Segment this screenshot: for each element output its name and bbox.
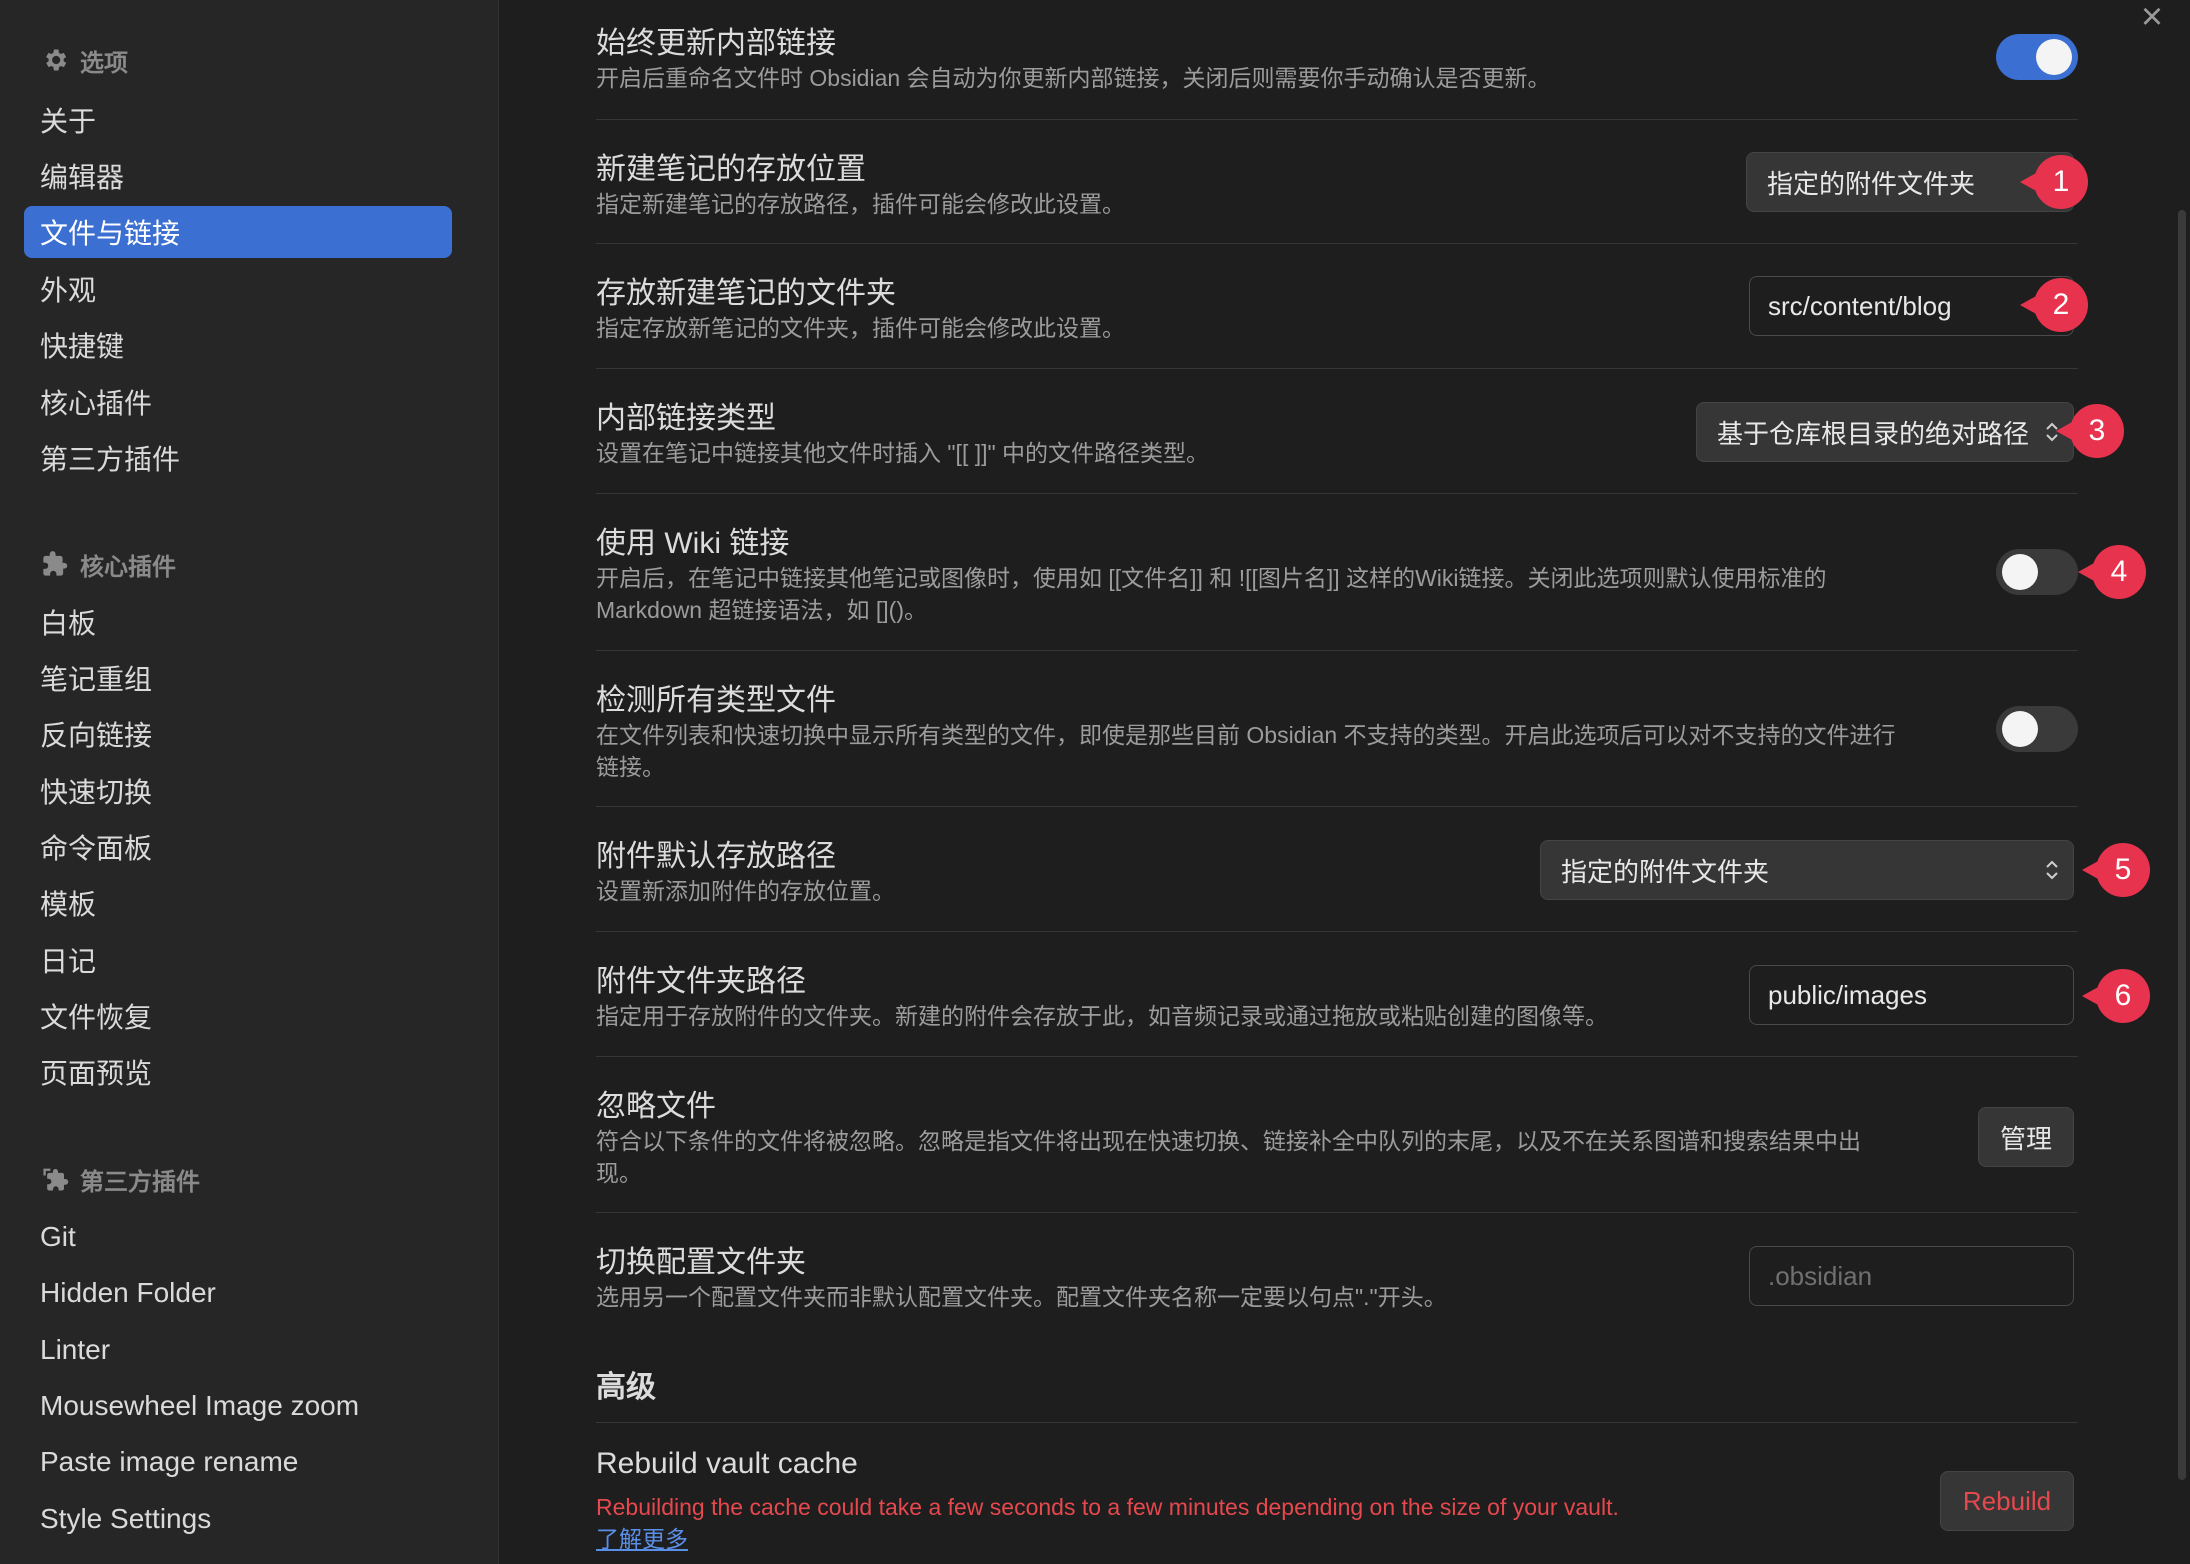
setting-title: 附件文件夹路径 <box>596 965 806 998</box>
setting-config-folder: 切换配置文件夹 选用另一个配置文件夹而非默认配置文件夹。配置文件夹名称一定要以句… <box>596 1213 2078 1337</box>
annotation-badge-4: 4 <box>2078 545 2146 599</box>
sidebar-item-style-settings[interactable]: Style Settings <box>24 1493 452 1545</box>
setting-desc-line2: Markdown 超链接语法，如 []()。 <box>596 597 927 623</box>
scrollbar[interactable] <box>2178 210 2186 1480</box>
toggle-knob <box>2002 554 2038 590</box>
sidebar-item-canvas[interactable]: 白板 <box>24 596 452 648</box>
gear-icon <box>40 45 70 75</box>
setting-title: 存放新建笔记的文件夹 <box>596 277 896 310</box>
sidebar-item-file-recovery[interactable]: 文件恢复 <box>24 990 452 1042</box>
sidebar-item-linter[interactable]: Linter <box>24 1324 452 1376</box>
select-value: 基于仓库根目录的绝对路径 <box>1717 418 2030 449</box>
input-placeholder: .obsidian <box>1768 1260 1873 1291</box>
setting-desc: 选用另一个配置文件夹而非默认配置文件夹。配置文件夹名称一定要以句点"."开头。 <box>596 1284 1447 1310</box>
sidebar-item-git[interactable]: Git <box>24 1211 452 1263</box>
sidebar-item-backlinks[interactable]: 反向链接 <box>24 708 452 760</box>
setting-detect-all-files: 检测所有类型文件 在文件列表和快速切换中显示所有类型的文件，即使是那些目前 Ob… <box>596 651 2078 807</box>
detect-all-toggle[interactable] <box>1996 706 2078 752</box>
sidebar-item-mousewheel-zoom[interactable]: Mousewheel Image zoom <box>24 1380 452 1432</box>
sidebar-item-community-plugins[interactable]: 第三方插件 <box>24 432 452 484</box>
setting-title: 新建笔记的存放位置 <box>596 153 866 186</box>
chevron-updown-icon <box>2046 860 2058 880</box>
setting-always-update-links: 始终更新内部链接 开启后重命名文件时 Obsidian 会自动为你更新内部链接，… <box>596 0 2078 120</box>
config-folder-input[interactable]: .obsidian <box>1749 1246 2074 1306</box>
rebuild-button[interactable]: Rebuild <box>1940 1471 2074 1531</box>
setting-desc-line1: 开启后，在笔记中链接其他笔记或图像时，使用如 [[文件名]] 和 ![[图片名]… <box>596 565 1827 591</box>
sidebar-item-quick-switcher[interactable]: 快速切换 <box>24 765 452 817</box>
plugins-icon <box>40 1164 70 1194</box>
annotation-badge-5: 5 <box>2082 843 2150 897</box>
toggle-knob <box>2002 711 2038 747</box>
attachment-folder-input[interactable]: public/images <box>1749 965 2074 1025</box>
setting-desc: 开启后重命名文件时 Obsidian 会自动为你更新内部链接，关闭后则需要你手动… <box>596 65 1551 91</box>
always-update-toggle[interactable] <box>1996 34 2078 80</box>
setting-desc-line2: 现。 <box>596 1160 642 1186</box>
manage-ignore-button[interactable]: 管理 <box>1978 1107 2074 1167</box>
settings-content: × 始终更新内部链接 开启后重命名文件时 Obsidian 会自动为你更新内部链… <box>500 0 2190 1564</box>
annotation-badge-2: 2 <box>2020 278 2088 332</box>
setting-title: 附件默认存放路径 <box>596 840 836 873</box>
input-value: src/content/blog <box>1768 290 1952 321</box>
options-title-label: 选项 <box>80 49 128 77</box>
puzzle-icon <box>40 549 70 579</box>
community-plugins-title-label: 第三方插件 <box>80 1168 200 1196</box>
setting-title: 使用 Wiki 链接 <box>596 527 790 560</box>
setting-link-type: 内部链接类型 设置在笔记中链接其他文件时插入 "[[ ]]" 中的文件路径类型。… <box>596 369 2078 494</box>
setting-attachment-location: 附件默认存放路径 设置新添加附件的存放位置。 指定的附件文件夹 <box>596 807 2078 932</box>
attachment-location-select[interactable]: 指定的附件文件夹 <box>1540 840 2074 900</box>
setting-title: 内部链接类型 <box>596 402 776 435</box>
sidebar-item-hotkeys[interactable]: 快捷键 <box>24 319 452 371</box>
setting-new-note-location: 新建笔记的存放位置 指定新建笔记的存放路径，插件可能会修改此设置。 指定的附件文… <box>596 120 2078 244</box>
setting-wiki-links: 使用 Wiki 链接 开启后，在笔记中链接其他笔记或图像时，使用如 [[文件名]… <box>596 494 2078 651</box>
options-group-title: 选项 <box>40 40 128 80</box>
setting-title: Rebuild vault cache <box>596 1447 858 1480</box>
setting-desc: 指定新建笔记的存放路径，插件可能会修改此设置。 <box>596 191 1125 217</box>
input-value: public/images <box>1768 979 1927 1010</box>
annotation-badge-6: 6 <box>2082 969 2150 1023</box>
setting-title: 忽略文件 <box>596 1090 716 1123</box>
select-value: 指定的附件文件夹 <box>1561 856 1770 887</box>
annotation-badge-1: 1 <box>2020 155 2088 209</box>
setting-attachment-folder: 附件文件夹路径 指定用于存放附件的文件夹。新建的附件会存放于此，如音频记录或通过… <box>596 932 2078 1057</box>
setting-desc-line1: 在文件列表和快速切换中显示所有类型的文件，即使是那些目前 Obsidian 不支… <box>596 722 1896 748</box>
wiki-links-toggle[interactable] <box>1996 549 2078 595</box>
setting-desc-line1: 符合以下条件的文件将被忽略。忽略是指文件将出现在快速切换、链接补全中队列的末尾，… <box>596 1128 1861 1154</box>
sidebar-item-editor[interactable]: 编辑器 <box>24 150 452 202</box>
sidebar-item-command-palette[interactable]: 命令面板 <box>24 821 452 873</box>
sidebar-item-core-plugins[interactable]: 核心插件 <box>24 376 452 428</box>
setting-desc-line2: 链接。 <box>596 754 665 780</box>
sidebar-item-templates[interactable]: 模板 <box>24 877 452 929</box>
setting-desc: Rebuilding the cache could take a few se… <box>596 1494 1619 1520</box>
sidebar-item-daily-notes[interactable]: 日记 <box>24 934 452 986</box>
setting-title: 切换配置文件夹 <box>596 1246 806 1279</box>
setting-desc: 设置在笔记中链接其他文件时插入 "[[ ]]" 中的文件路径类型。 <box>596 440 1210 466</box>
close-icon[interactable]: × <box>2132 0 2172 40</box>
advanced-section-title: 高级 <box>596 1371 656 1404</box>
link-type-select[interactable]: 基于仓库根目录的绝对路径 <box>1696 402 2074 462</box>
settings-sidebar: 选项 关于 编辑器 文件与链接 外观 快捷键 核心插件 第三方插件 核心插件 白… <box>0 0 499 1564</box>
sidebar-item-hidden-folder[interactable]: Hidden Folder <box>24 1267 452 1319</box>
setting-desc: 指定存放新笔记的文件夹，插件可能会修改此设置。 <box>596 315 1125 341</box>
sidebar-item-paste-image-rename[interactable]: Paste image rename <box>24 1436 452 1488</box>
sidebar-item-page-preview[interactable]: 页面预览 <box>24 1046 452 1098</box>
setting-title: 检测所有类型文件 <box>596 684 836 717</box>
core-plugins-title-label: 核心插件 <box>80 553 176 581</box>
setting-new-note-folder: 存放新建笔记的文件夹 指定存放新笔记的文件夹，插件可能会修改此设置。 src/c… <box>596 244 2078 369</box>
setting-desc: 设置新添加附件的存放位置。 <box>596 878 895 904</box>
sidebar-item-note-composer[interactable]: 笔记重组 <box>24 652 452 704</box>
setting-title: 始终更新内部链接 <box>596 27 836 60</box>
setting-rebuild-cache: Rebuild vault cache Rebuilding the cache… <box>596 1423 2078 1564</box>
community-plugins-group-title: 第三方插件 <box>40 1159 200 1199</box>
core-plugins-group-title: 核心插件 <box>40 544 176 584</box>
toggle-knob <box>2036 39 2072 75</box>
sidebar-item-files-links[interactable]: 文件与链接 <box>24 206 452 258</box>
select-value: 指定的附件文件夹 <box>1767 168 1976 199</box>
annotation-badge-3: 3 <box>2056 404 2124 458</box>
learn-more-link[interactable]: 了解更多 <box>596 1526 688 1552</box>
setting-desc: 指定用于存放附件的文件夹。新建的附件会存放于此，如音频记录或通过拖放或粘贴创建的… <box>596 1003 1608 1029</box>
sidebar-item-about[interactable]: 关于 <box>24 94 452 146</box>
setting-ignore-files: 忽略文件 符合以下条件的文件将被忽略。忽略是指文件将出现在快速切换、链接补全中队… <box>596 1057 2078 1213</box>
sidebar-item-appearance[interactable]: 外观 <box>24 263 452 315</box>
